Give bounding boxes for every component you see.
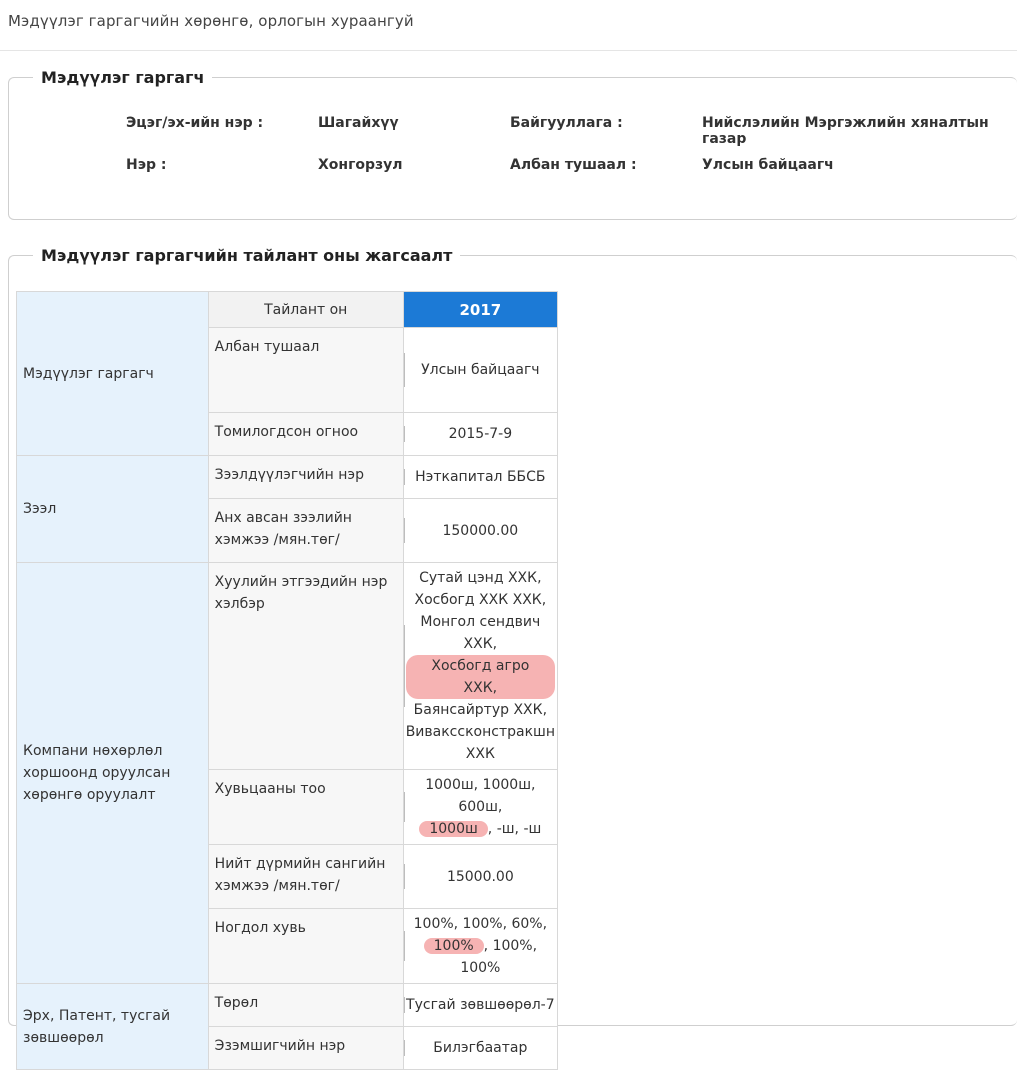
declarant-panel-legend: Мэдүүлэг гаргагч [41, 68, 205, 87]
entity-line: Монгол сендвич ХХК, [420, 614, 541, 652]
org-label: Байгууллага : [510, 115, 623, 131]
shares-row-label: Хувьцааны тоо [207, 769, 404, 845]
group-declarant: Мэдүүлэг гаргагч [16, 291, 209, 456]
stake-line: 100%, 100%, 60%, [413, 916, 548, 932]
type-row-label: Төрөл [207, 983, 404, 1027]
entity-line: Вивакссконстракшн [405, 724, 555, 740]
summary-table: Мэдүүлэг гаргагч Тайлант он 2017 Албан т… [16, 291, 559, 1070]
entity-line: ХХК [465, 746, 495, 762]
shares-line: 1000ш, 1000ш, 600ш, [425, 777, 536, 815]
surname-label: Эцэг/эх-ийн нэр : [126, 115, 264, 131]
page-title: Мэдүүлэг гаргагчийн хөрөнгө, орлогын хур… [8, 12, 414, 30]
stake-highlighted: 100% [423, 938, 484, 954]
group-rights: Эрх, Патент, тусгай зөвшөөрөл [16, 983, 209, 1070]
owner-row-value: Билэгбаатар [402, 1026, 559, 1070]
position-value: Улсын байцаагч [702, 157, 834, 173]
entity-line: Баянсайртур ХХК, [413, 702, 548, 718]
group-loan: Зээл [16, 455, 209, 563]
shares-row-value: 1000ш, 1000ш, 600ш, 1000ш, -ш, -ш [402, 769, 559, 845]
stake-row-label: Ногдол хувь [207, 908, 404, 984]
position-label: Албан тушаал : [510, 157, 637, 173]
year-header: Тайлант он [207, 291, 404, 328]
year-tab-2017[interactable]: 2017 [402, 291, 559, 328]
lender-row-value: Нэткапитал ББСБ [402, 455, 559, 499]
type-row-value: Тусгай зөвшөөрөл-7 [402, 983, 559, 1027]
summary-panel-legend: Мэдүүлэг гаргагчийн тайлант оны жагсаалт [41, 246, 453, 265]
name-label: Нэр : [126, 157, 167, 173]
entity-line: Сутай цэнд ХХК, [419, 570, 542, 586]
shares-highlighted: 1000ш [419, 821, 488, 837]
capital-row-value: 15000.00 [402, 844, 559, 909]
position-row-value: Улсын байцаагч [402, 327, 559, 413]
appointed-row-value: 2015-7-9 [402, 412, 559, 456]
surname-value: Шагайхүү [318, 115, 399, 131]
lender-row-label: Зээлдүүлэгчийн нэр [207, 455, 404, 499]
name-value: Хонгорзул [318, 157, 403, 173]
shares-rest: , -ш, -ш [487, 821, 542, 837]
group-company: Компани нөхөрлөл хоршоонд оруулсан хөрөн… [16, 562, 209, 984]
entity-row-value: Сутай цэнд ХХК, Хосбогд ХХК ХХК, Монгол … [402, 562, 559, 770]
org-value: Нийслэлийн Мэргэжлийн хяналтын газар [702, 115, 989, 147]
stake-row-value: 100%, 100%, 60%, 100%, 100%, 100% [402, 908, 559, 984]
appointed-row-label: Томилогдсон огноо [207, 412, 404, 456]
entity-line-highlighted: Хосбогд агро ХХК, [405, 655, 555, 699]
title-divider [0, 50, 1017, 51]
owner-row-label: Эзэмшигчийн нэр [207, 1026, 404, 1070]
entity-row-label: Хуулийн этгээдийн нэр хэлбэр [207, 562, 404, 770]
entity-line: Хосбогд ХХК ХХК, [414, 592, 547, 608]
capital-row-label: Нийт дүрмийн сангийн хэмжээ /мян.төг/ [207, 844, 404, 909]
position-row-label: Албан тушаал [207, 327, 404, 413]
loan-amount-row-value: 150000.00 [402, 498, 559, 563]
loan-amount-row-label: Анх авсан зээлийн хэмжээ /мян.төг/ [207, 498, 404, 563]
